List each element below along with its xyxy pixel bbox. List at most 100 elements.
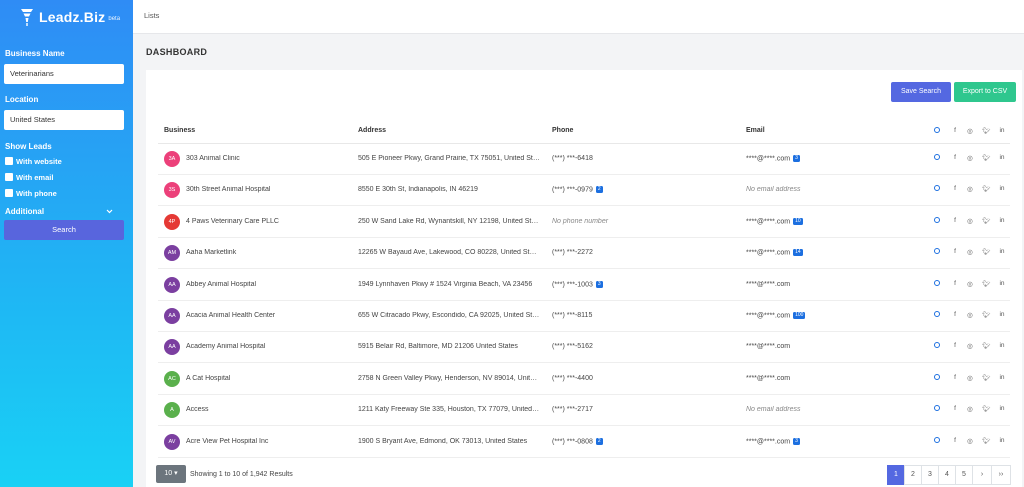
linkedin-icon[interactable]: in [998,217,1006,227]
column-header-business[interactable]: Business [164,127,195,134]
twitter-icon[interactable]: 🐦︎ [982,311,990,321]
phone-count-badge[interactable]: 3 [595,280,603,288]
email-count-badge[interactable]: 14 [793,249,803,257]
linkedin-icon[interactable]: in [998,374,1006,384]
next-page-button[interactable]: › [972,465,992,485]
linkedin-icon[interactable]: in [998,185,1006,195]
facebook-icon[interactable]: f [951,280,959,290]
instagram-icon[interactable]: ◎ [966,311,974,321]
business-name[interactable]: Academy Animal Hospital [186,343,351,350]
website-icon[interactable] [933,248,941,258]
linkedin-icon[interactable]: in [998,437,1006,447]
email-count-badge[interactable]: 10 [793,217,803,225]
brand-logo[interactable]: Leadz.Biz beta [0,0,133,34]
business-name[interactable]: 303 Animal Clinic [186,155,351,162]
facebook-icon[interactable]: f [951,311,959,321]
website-icon[interactable] [933,216,941,227]
linkedin-icon[interactable]: in [998,342,1006,352]
page-button-5[interactable]: 5 [955,465,973,485]
linkedin-icon[interactable]: in [998,280,1006,290]
table-row[interactable]: 3A 303 Animal Clinic 505 E Pioneer Pkwy,… [146,144,1022,175]
column-header-address[interactable]: Address [358,127,386,134]
business-name[interactable]: Aaha Marketlink [186,249,351,256]
twitter-icon[interactable]: 🐦︎ [982,405,990,415]
facebook-icon[interactable]: f [951,437,959,447]
instagram-icon[interactable]: ◎ [966,437,974,447]
checkbox[interactable] [5,157,13,165]
facebook-icon[interactable]: f [951,185,959,195]
website-icon[interactable] [933,279,941,290]
linkedin-icon[interactable]: in [998,248,1006,258]
linkedin-icon[interactable]: in [998,154,1006,164]
phone-count-badge[interactable]: 2 [595,186,603,194]
facebook-icon[interactable]: f [951,154,959,164]
additional-toggle[interactable]: Additional [0,207,133,216]
page-button-1[interactable]: 1 [887,465,905,485]
instagram-icon[interactable]: ◎ [966,342,974,352]
twitter-icon[interactable]: 🐦︎ [982,217,990,227]
facebook-icon[interactable]: f [951,405,959,415]
facebook-icon[interactable]: f [951,217,959,227]
website-icon[interactable] [933,405,941,415]
phone-count-badge[interactable]: 2 [595,437,603,445]
website-icon[interactable] [933,373,941,384]
twitter-icon[interactable]: 🐦︎ [982,154,990,164]
twitter-icon[interactable]: 🐦︎ [982,248,990,258]
location-input[interactable]: United States [4,110,124,130]
business-name[interactable]: Acre View Pet Hospital Inc [186,438,351,445]
email-count-badge[interactable]: 3 [793,437,800,445]
website-icon[interactable] [933,154,941,164]
table-row[interactable]: 3S 30th Street Animal Hospital 8550 E 30… [146,175,1022,207]
page-button-2[interactable]: 2 [904,465,922,485]
table-row[interactable]: AC A Cat Hospital 2758 N Green Valley Pk… [146,364,1022,395]
search-button[interactable]: Search [4,220,124,240]
business-name[interactable]: Abbey Animal Hospital [186,281,351,288]
twitter-icon[interactable]: 🐦︎ [982,185,990,195]
filter-with-email[interactable]: With email [0,169,133,185]
website-icon[interactable] [933,436,941,447]
facebook-icon[interactable]: f [951,374,959,384]
email-count-badge[interactable]: 100 [793,312,806,319]
twitter-icon[interactable]: 🐦︎ [982,374,990,384]
business-name[interactable]: Acacia Animal Health Center [186,312,351,319]
last-page-button[interactable]: ›› [991,465,1011,485]
export-csv-button[interactable]: Export to CSV [954,82,1016,102]
business-name[interactable]: Access [186,406,351,413]
table-row[interactable]: AV Acre View Pet Hospital Inc 1900 S Bry… [146,427,1022,458]
business-name[interactable]: A Cat Hospital [186,375,351,382]
table-row[interactable]: AA Abbey Animal Hospital 1949 Lynnhaven … [146,270,1022,301]
website-icon[interactable] [933,185,941,195]
instagram-icon[interactable]: ◎ [966,374,974,384]
facebook-icon[interactable]: f [951,342,959,352]
filter-with-website[interactable]: With website [0,153,133,169]
breadcrumb[interactable]: Lists [144,11,159,20]
instagram-icon[interactable]: ◎ [966,405,974,415]
linkedin-icon[interactable]: in [998,405,1006,415]
table-row[interactable]: AA Academy Animal Hospital 5915 Belair R… [146,332,1022,364]
per-page-select[interactable]: 10 ▾ [156,465,186,483]
facebook-icon[interactable]: f [951,248,959,258]
table-row[interactable]: AM Aaha Marketlink 12265 W Bayaud Ave, L… [146,238,1022,270]
checkbox[interactable] [5,189,13,197]
page-button-4[interactable]: 4 [938,465,956,485]
table-row[interactable]: A Access 1211 Katy Freeway Ste 335, Hous… [146,395,1022,427]
business-name[interactable]: 4 Paws Veterinary Care PLLC [186,218,351,225]
instagram-icon[interactable]: ◎ [966,280,974,290]
column-header-phone[interactable]: Phone [552,127,573,134]
twitter-icon[interactable]: 🐦︎ [982,280,990,290]
table-row[interactable]: 4P 4 Paws Veterinary Care PLLC 250 W San… [146,207,1022,238]
twitter-icon[interactable]: 🐦︎ [982,437,990,447]
table-row[interactable]: AA Acacia Animal Health Center 655 W Cit… [146,301,1022,332]
instagram-icon[interactable]: ◎ [966,217,974,227]
email-count-badge[interactable]: 3 [793,155,800,162]
business-name-input[interactable]: Veterinarians [4,64,124,84]
instagram-icon[interactable]: ◎ [966,185,974,195]
linkedin-icon[interactable]: in [998,311,1006,321]
business-name[interactable]: 30th Street Animal Hospital [186,186,351,193]
twitter-icon[interactable]: 🐦︎ [982,342,990,352]
instagram-icon[interactable]: ◎ [966,154,974,164]
website-icon[interactable] [933,311,941,321]
save-search-button[interactable]: Save Search [891,82,951,102]
filter-with-phone[interactable]: With phone [0,185,133,201]
page-button-3[interactable]: 3 [921,465,939,485]
